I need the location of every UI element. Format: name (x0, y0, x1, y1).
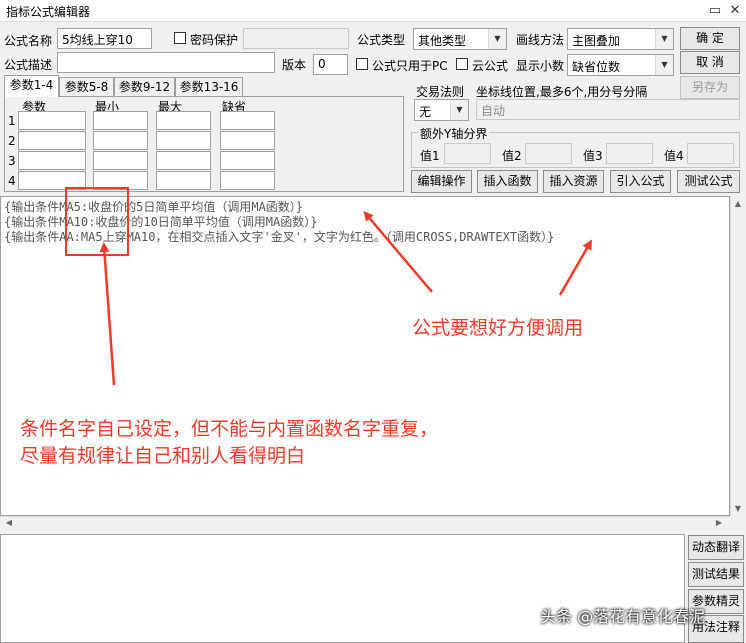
tab-params-1-4[interactable]: 参数1-4 (4, 75, 59, 97)
dynamic-translate-button[interactable]: 动态翻译 (688, 535, 744, 560)
arrow-to-condition-name (99, 242, 116, 386)
formula-note: 公式要想好方便调用 (412, 317, 584, 339)
watermark: 头条 @落花有意化春泥 (540, 607, 706, 626)
condition-note-line-1: 条件名字自己设定，但不能与内置函数名字重复， (20, 418, 439, 440)
arrow-to-function-call-1 (363, 210, 433, 293)
arrow-to-function-call-2 (558, 239, 592, 296)
test-result-button[interactable]: 测试结果 (688, 562, 744, 587)
condition-note-line-2: 尽量有规律让自己和别人看得明白 (20, 445, 306, 467)
